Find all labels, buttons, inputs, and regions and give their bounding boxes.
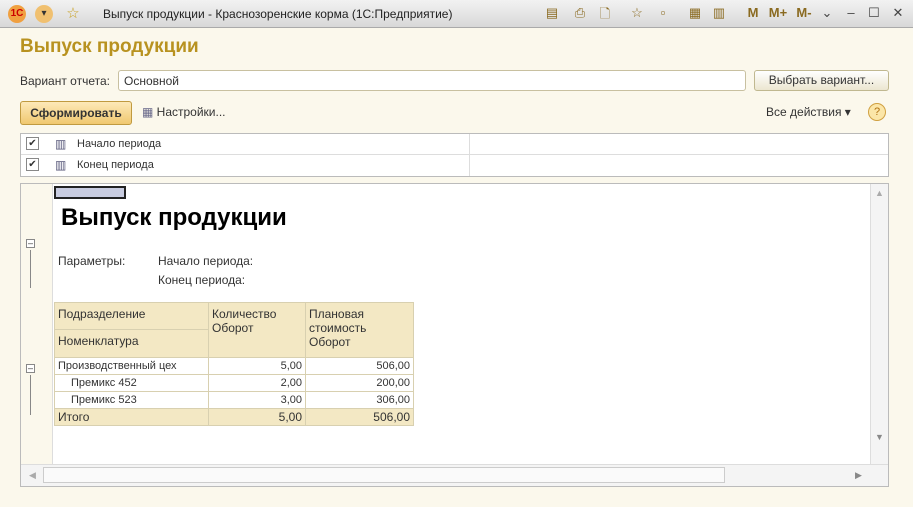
table-row: Премикс 523 3,00 306,00: [54, 391, 414, 409]
app-logo-icon[interactable]: 1C: [8, 5, 26, 23]
settings-button[interactable]: ▦ Настройки...: [142, 105, 226, 119]
total-qty: 5,00: [208, 408, 306, 426]
header-subdivision: Подразделение: [54, 302, 209, 330]
report-spreadsheet[interactable]: – – Выпуск продукции Параметры: Начало п…: [20, 183, 889, 487]
row-qty: 2,00: [208, 374, 306, 392]
row-cost: 506,00: [305, 357, 414, 375]
horizontal-scrollbar[interactable]: ◀ ▶: [21, 464, 888, 486]
param-label-end: Конец периода: [77, 159, 154, 171]
header-cost: Плановая стоимость Оборот: [305, 302, 414, 358]
row-qty: 3,00: [208, 391, 306, 409]
row-cost: 306,00: [305, 391, 414, 409]
memory-minus-button[interactable]: M-: [792, 5, 816, 20]
calendar-icon: ▥: [55, 137, 67, 151]
collapse-row-group-icon[interactable]: –: [26, 364, 35, 373]
vertical-scrollbar[interactable]: ▲ ▼: [870, 184, 888, 464]
selected-cell[interactable]: [54, 186, 126, 199]
dropdown-icon[interactable]: ⌄: [818, 5, 836, 21]
page-title: Выпуск продукции: [20, 36, 199, 57]
row-qty: 5,00: [208, 357, 306, 375]
total-cost: 506,00: [305, 408, 414, 426]
parameters-panel: ✔ ▥ Начало периода ✔ ▥ Конец периода: [20, 133, 889, 177]
header-quantity: Количество Оборот: [208, 302, 306, 358]
collapse-header-group-icon[interactable]: –: [26, 239, 35, 248]
report-param-end: Конец периода:: [158, 273, 246, 287]
header-nomenclature: Номенклатура: [54, 329, 209, 358]
settings-label: Настройки...: [156, 105, 226, 119]
help-button[interactable]: ?: [868, 103, 886, 121]
horizontal-scroll-thumb[interactable]: [43, 467, 725, 483]
grouping-gutter: – –: [21, 184, 53, 464]
save-icon[interactable]: ▤: [543, 5, 561, 21]
close-icon[interactable]: ✕: [889, 5, 907, 21]
calculator-icon[interactable]: ▦: [686, 5, 704, 21]
param-checkbox-start[interactable]: ✔: [26, 137, 39, 150]
preview-icon[interactable]: 🗋: [596, 5, 614, 27]
maximize-icon[interactable]: ☐: [865, 5, 883, 21]
print-icon[interactable]: ⎙: [571, 5, 589, 21]
row-name: Производственный цех: [54, 357, 209, 375]
memory-m-button[interactable]: M: [744, 5, 762, 20]
menu-icon[interactable]: ▾: [35, 5, 53, 23]
report-table: Подразделение Количество Оборот Плановая…: [54, 302, 414, 426]
param-checkbox-end[interactable]: ✔: [26, 158, 39, 171]
row-cost: 200,00: [305, 374, 414, 392]
variant-input[interactable]: Основной: [118, 70, 746, 91]
memory-plus-button[interactable]: M+: [766, 5, 790, 20]
scroll-right-icon[interactable]: ▶: [855, 470, 862, 481]
param-row-end: ✔ ▥ Конец периода: [21, 155, 888, 176]
bookmark-icon[interactable]: ▫: [654, 5, 672, 20]
window-title: Выпуск продукции - Краснозоренские корма…: [103, 7, 453, 21]
param-row-start: ✔ ▥ Начало периода: [21, 134, 888, 155]
all-actions-button[interactable]: Все действия ▾: [766, 105, 851, 119]
scroll-left-icon[interactable]: ◀: [29, 470, 36, 481]
scroll-up-icon[interactable]: ▲: [871, 188, 888, 198]
table-row: Производственный цех 5,00 506,00: [54, 357, 414, 375]
total-row: Итого 5,00 506,00: [54, 408, 414, 426]
row-name: Премикс 452: [54, 374, 209, 392]
calendar-icon: ▥: [55, 158, 67, 172]
generate-button[interactable]: Сформировать: [20, 101, 132, 125]
add-favorite-icon[interactable]: ☆: [628, 5, 646, 21]
title-bar: 1C ▾ ☆ Выпуск продукции - Краснозоренски…: [0, 0, 913, 28]
variant-label: Вариант отчета:: [20, 74, 110, 88]
scroll-down-icon[interactable]: ▼: [871, 432, 888, 442]
favorite-star-icon[interactable]: ☆: [64, 5, 82, 23]
param-label-start: Начало периода: [77, 138, 162, 150]
minimize-icon[interactable]: –: [842, 5, 860, 20]
report-param-start: Начало периода:: [158, 254, 254, 268]
total-label: Итого: [54, 408, 209, 426]
report-title: Выпуск продукции: [61, 204, 287, 231]
calendar-icon[interactable]: ▥: [710, 5, 728, 21]
settings-icon: ▦: [142, 105, 157, 119]
row-name: Премикс 523: [54, 391, 209, 409]
choose-variant-button[interactable]: Выбрать вариант...: [754, 70, 889, 91]
report-params-label: Параметры:: [58, 254, 126, 268]
table-row: Премикс 452 2,00 200,00: [54, 374, 414, 392]
